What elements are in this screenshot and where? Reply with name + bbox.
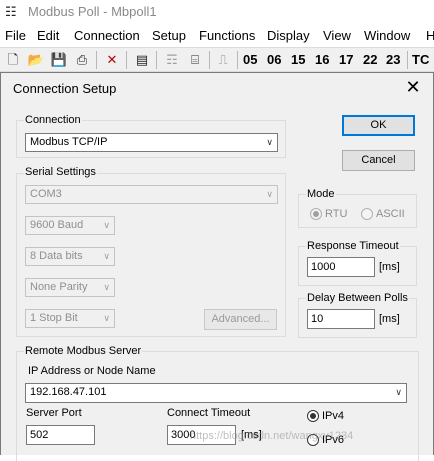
function-23-button[interactable]: 23 [386, 52, 400, 67]
mode-ascii-radio[interactable] [361, 208, 373, 220]
delay-between-polls-group-title: Delay Between Polls [306, 292, 409, 304]
menu-display[interactable]: Display [267, 28, 310, 43]
open-folder-icon[interactable]: 📂 [27, 51, 45, 69]
server-port-input[interactable]: 502 [26, 425, 95, 445]
new-file-icon[interactable]: 🗋 [4, 51, 22, 69]
serial-settings-group-title: Serial Settings [24, 166, 97, 178]
connection-setup-dialog: Connection Setup ✕ Connection Modbus TCP… [0, 72, 434, 461]
menu-functions[interactable]: Functions [199, 28, 255, 43]
mode-rtu-radio[interactable] [310, 208, 322, 220]
response-timeout-input[interactable]: 1000 [307, 257, 375, 277]
mode-group-title: Mode [306, 188, 336, 200]
toolbar-separator [237, 51, 238, 69]
server-port-label: Server Port [26, 407, 82, 419]
chevron-down-icon: ∨ [266, 189, 273, 199]
chevron-down-icon: ∨ [103, 220, 110, 230]
connection-group-title: Connection [24, 114, 82, 126]
serial-port-value: COM3 [30, 188, 62, 200]
function-16-button[interactable]: 16 [315, 52, 329, 67]
modbus-poll-app-icon: ☷ [5, 4, 17, 19]
chevron-down-icon: ∨ [103, 282, 110, 292]
cancel-button[interactable]: Cancel [342, 150, 415, 171]
menu-window[interactable]: Window [364, 28, 410, 43]
ip-address-label: IP Address or Node Name [28, 365, 156, 377]
advanced-button[interactable]: Advanced... [204, 309, 277, 330]
toolbar-separator [96, 51, 97, 69]
toolbar-separator [209, 51, 210, 69]
delay-between-polls-input[interactable]: 10 [307, 309, 375, 329]
data-bits-value: 8 Data bits [30, 250, 83, 262]
menu-view[interactable]: View [323, 28, 351, 43]
remote-modbus-server-group-title: Remote Modbus Server [24, 345, 143, 357]
toolbar-separator [156, 51, 157, 69]
parity-value: None Parity [30, 281, 88, 293]
watermark-text: https://blog.csdn.net/wangxy1234 [190, 430, 354, 442]
response-timeout-unit: [ms] [379, 261, 400, 273]
function-17-button[interactable]: 17 [339, 52, 353, 67]
data-bits-select[interactable]: 8 Data bits ∨ [25, 247, 115, 266]
connection-type-select[interactable]: Modbus TCP/IP ∨ [25, 133, 278, 152]
toolbar-separator [407, 51, 408, 69]
toolbar-separator [126, 51, 127, 69]
connect-timeout-label: Connect Timeout [167, 407, 251, 419]
network-icon[interactable]: ☶ [163, 51, 181, 69]
toolbar: 🗋 📂 💾 ⎙ ✕ ▤ ☶ ⌸ ⎍ 05 06 15 16 17 22 23 T… [0, 47, 434, 72]
serial-port-select[interactable]: COM3 ∨ [25, 185, 278, 204]
menu-setup[interactable]: Setup [152, 28, 186, 43]
parity-select[interactable]: None Parity ∨ [25, 278, 115, 297]
mode-ascii-label: ASCII [376, 208, 405, 220]
window-icon[interactable]: ▤ [133, 51, 151, 69]
menu-edit[interactable]: Edit [37, 28, 59, 43]
ip-address-value: 192.168.47.101 [30, 386, 107, 398]
ipv4-label: IPv4 [322, 410, 345, 422]
menu-bar: File Edit Connection Setup Functions Dis… [0, 25, 434, 47]
menu-help[interactable]: H [426, 28, 434, 43]
chevron-down-icon: ∨ [266, 137, 273, 147]
disconnect-icon[interactable]: ✕ [103, 51, 121, 69]
chevron-down-icon: ∨ [395, 387, 402, 397]
menu-connection[interactable]: Connection [74, 28, 140, 43]
baud-rate-select[interactable]: 9600 Baud ∨ [25, 216, 115, 235]
print-icon[interactable]: ⎙ [73, 51, 91, 69]
stop-bits-select[interactable]: 1 Stop Bit ∨ [25, 309, 115, 328]
chevron-down-icon: ∨ [103, 251, 110, 261]
menu-file[interactable]: File [5, 28, 26, 43]
pulse-icon[interactable]: ⎍ [214, 51, 232, 69]
dialog-title: Connection Setup [13, 81, 117, 96]
app-titlebar: ☷ Modbus Poll - Mbpoll1 [0, 0, 434, 24]
tc-button[interactable]: TC [412, 52, 429, 67]
ip-address-combobox[interactable]: 192.168.47.101 ∨ [25, 383, 407, 403]
chevron-down-icon: ∨ [103, 313, 110, 323]
close-icon[interactable]: ✕ [403, 77, 423, 97]
function-15-button[interactable]: 15 [291, 52, 305, 67]
ipv4-radio[interactable] [307, 410, 319, 422]
connection-type-value: Modbus TCP/IP [30, 136, 108, 148]
delay-between-polls-unit: [ms] [379, 313, 400, 325]
function-05-button[interactable]: 05 [243, 52, 257, 67]
mode-rtu-label: RTU [325, 208, 348, 220]
stop-bits-value: 1 Stop Bit [30, 312, 78, 324]
save-icon[interactable]: 💾 [50, 51, 68, 69]
read-write-icon[interactable]: ⌸ [186, 51, 204, 69]
baud-rate-value: 9600 Baud [30, 219, 84, 231]
ok-button[interactable]: OK [342, 115, 415, 136]
function-06-button[interactable]: 06 [267, 52, 281, 67]
app-title: Modbus Poll - Mbpoll1 [28, 4, 157, 19]
response-timeout-group-title: Response Timeout [306, 240, 400, 252]
function-22-button[interactable]: 22 [363, 52, 377, 67]
